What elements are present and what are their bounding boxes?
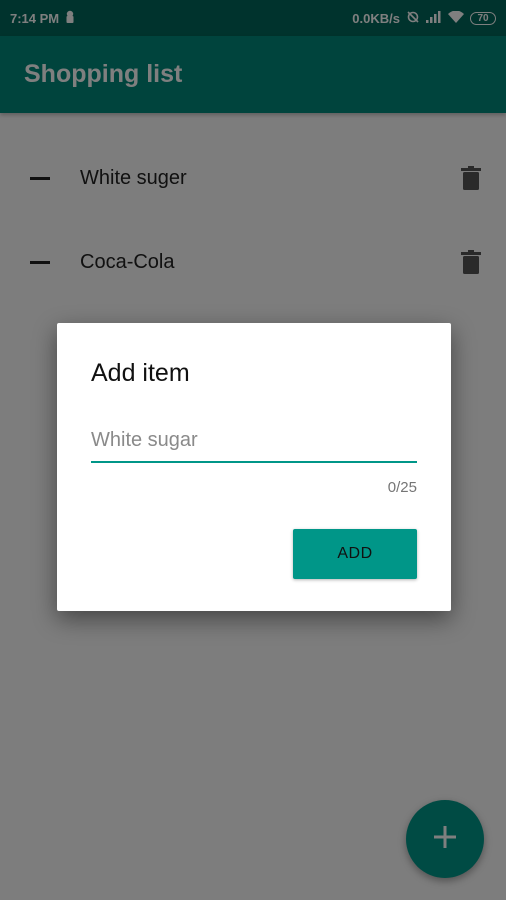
add-button[interactable]: ADD — [293, 529, 417, 579]
dialog-title: Add item — [91, 359, 190, 387]
add-item-dialog: Add item 0/25 ADD — [57, 323, 451, 611]
character-counter: 0/25 — [387, 479, 417, 496]
item-name-input[interactable] — [91, 419, 417, 463]
